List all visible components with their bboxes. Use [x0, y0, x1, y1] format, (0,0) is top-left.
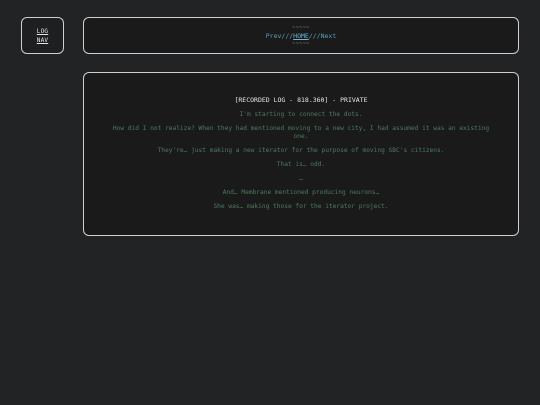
next-link[interactable]: Next: [321, 32, 337, 40]
log-line: That is… odd.: [276, 161, 326, 168]
log-line: How did I not realize? When they had men…: [112, 125, 490, 140]
page: LOG NAV ~~~~~ Prev///HOME///Next ~~~~~ […: [0, 0, 540, 405]
navigation-bar: ~~~~~ Prev///HOME///Next ~~~~~: [83, 17, 519, 54]
log-line: They're… just making a new iterator for …: [157, 147, 445, 154]
home-link[interactable]: HOME: [293, 32, 309, 40]
log-line: She was… making those for the iterator p…: [213, 203, 389, 210]
nav-links: Prev///HOME///Next: [266, 31, 336, 41]
log-line: And… Membrane mentioned producing neuron…: [222, 189, 380, 196]
nav-separator: ///: [308, 31, 321, 40]
log-line: …: [299, 175, 303, 182]
nav-separator: ///: [281, 31, 294, 40]
log-nav-label-line2[interactable]: NAV: [37, 36, 48, 45]
log-nav-label-line1[interactable]: LOG: [37, 27, 48, 36]
log-panel: [RECORDED LOG - 818.360] - PRIVATE I'm s…: [83, 72, 519, 236]
log-line: I'm starting to connect the dots.: [239, 111, 363, 118]
log-nav-button[interactable]: LOG NAV: [21, 17, 64, 54]
nav-dashes-bottom: ~~~~~: [292, 40, 310, 47]
log-title: [RECORDED LOG - 818.360] - PRIVATE: [234, 96, 368, 104]
prev-link[interactable]: Prev: [266, 32, 282, 40]
